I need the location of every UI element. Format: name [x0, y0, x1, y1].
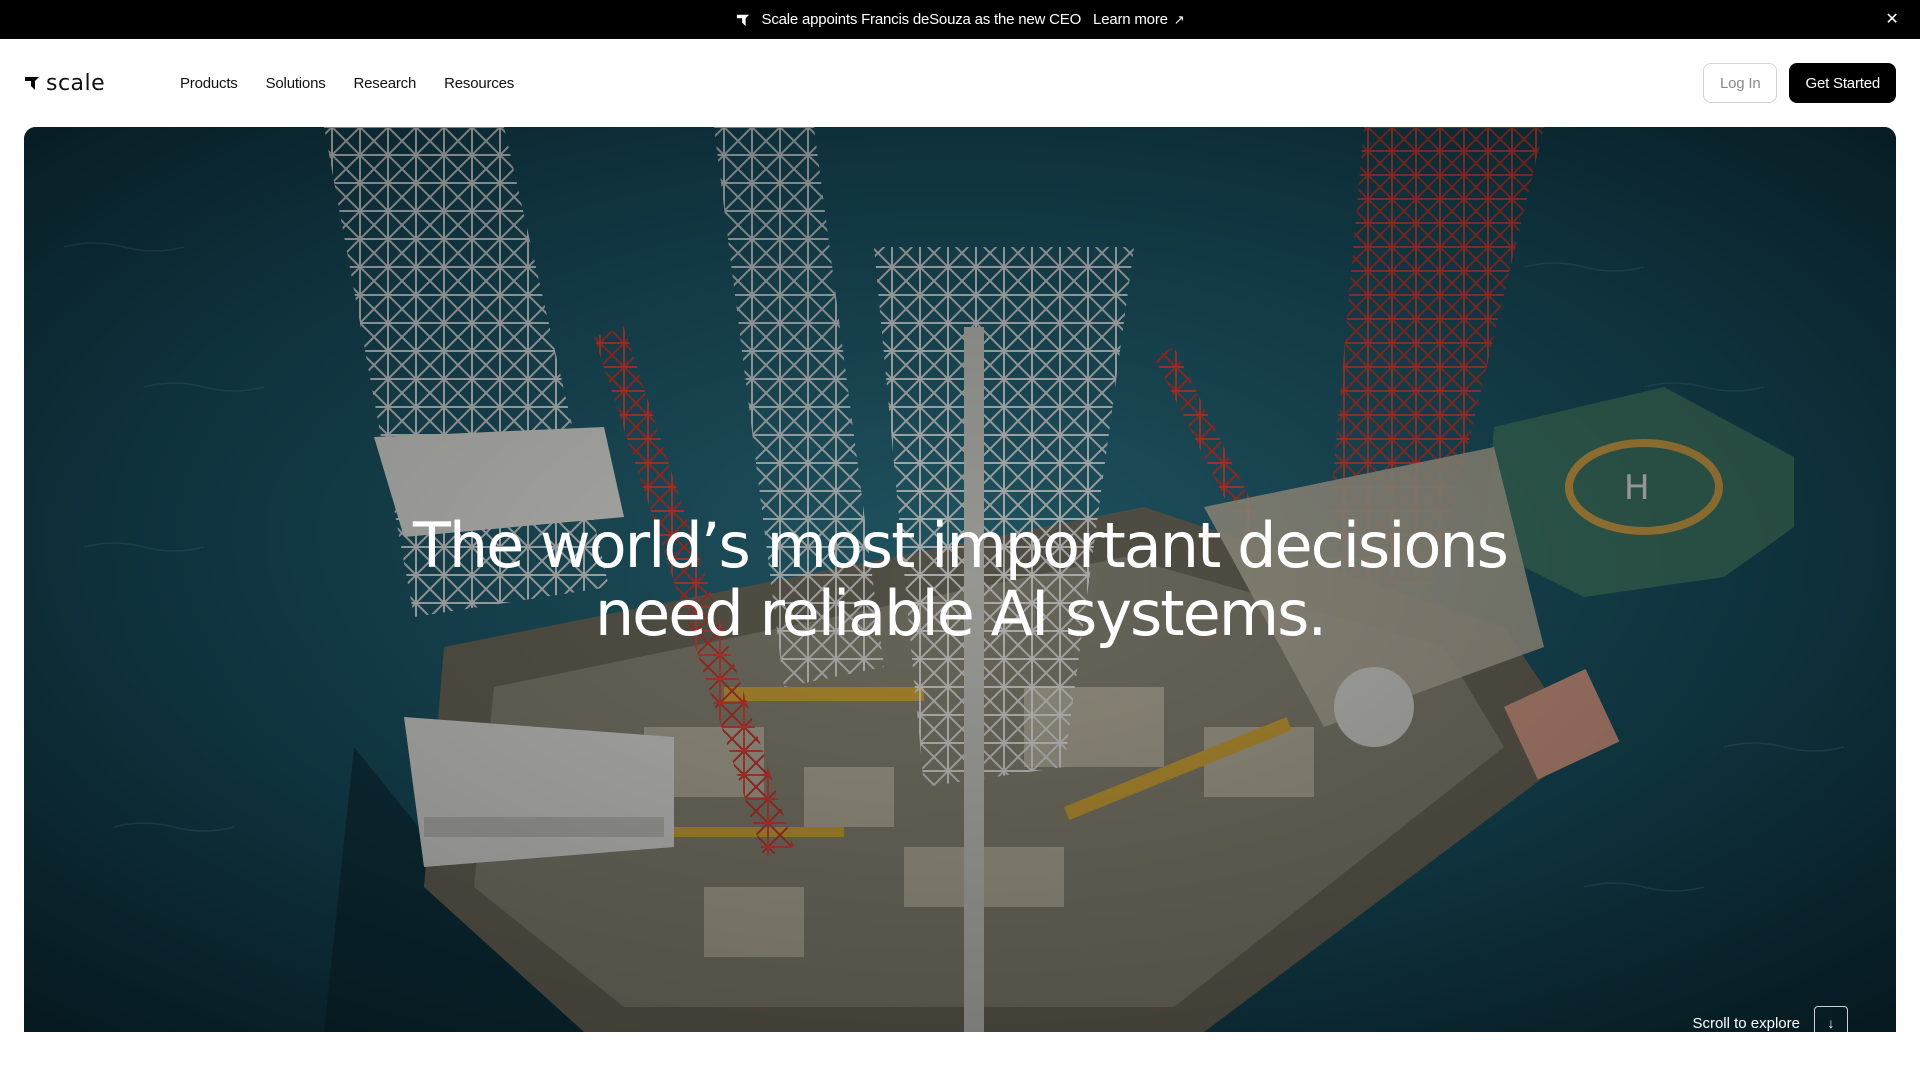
hero-headline: The world’s most important decisions nee… [24, 512, 1896, 648]
scale-logo-icon [25, 77, 39, 90]
brand-logo[interactable]: scale [24, 71, 180, 96]
nav-research[interactable]: Research [340, 75, 431, 92]
nav-solutions[interactable]: Solutions [252, 75, 340, 92]
hero-headline-line1: The world’s most important decisions [413, 509, 1509, 582]
main-nav: Products Solutions Research Resources [180, 75, 528, 92]
arrow-down-icon: ↓ [1814, 1006, 1848, 1032]
nav-resources[interactable]: Resources [430, 75, 528, 92]
scroll-label: Scroll to explore [1692, 1014, 1800, 1032]
nav-products[interactable]: Products [180, 75, 252, 92]
hero-section: H The world’s most important decisions n… [24, 127, 1896, 1032]
announcement-bar: Scale appoints Francis deSouza as the ne… [0, 0, 1920, 39]
site-header: scale Products Solutions Research Resour… [0, 39, 1920, 127]
announcement-message: Scale appoints Francis deSouza as the ne… [761, 11, 1082, 28]
learn-more-label: Learn more [1093, 11, 1168, 28]
learn-more-link[interactable]: Learn more ↗ [1093, 11, 1185, 28]
scale-logo-icon [736, 14, 749, 26]
close-announcement-button[interactable]: ✕ [1882, 9, 1902, 29]
login-button[interactable]: Log In [1702, 63, 1778, 103]
arrow-up-right-icon: ↗ [1173, 11, 1185, 27]
close-icon: ✕ [1885, 11, 1899, 28]
get-started-button[interactable]: Get Started [1789, 63, 1896, 103]
hero-headline-line2: need reliable AI systems. [594, 577, 1327, 650]
header-actions: Log In Get Started [1702, 63, 1896, 103]
brand-wordmark: scale [46, 70, 106, 96]
scroll-to-explore[interactable]: Scroll to explore ↓ [1692, 1006, 1848, 1032]
